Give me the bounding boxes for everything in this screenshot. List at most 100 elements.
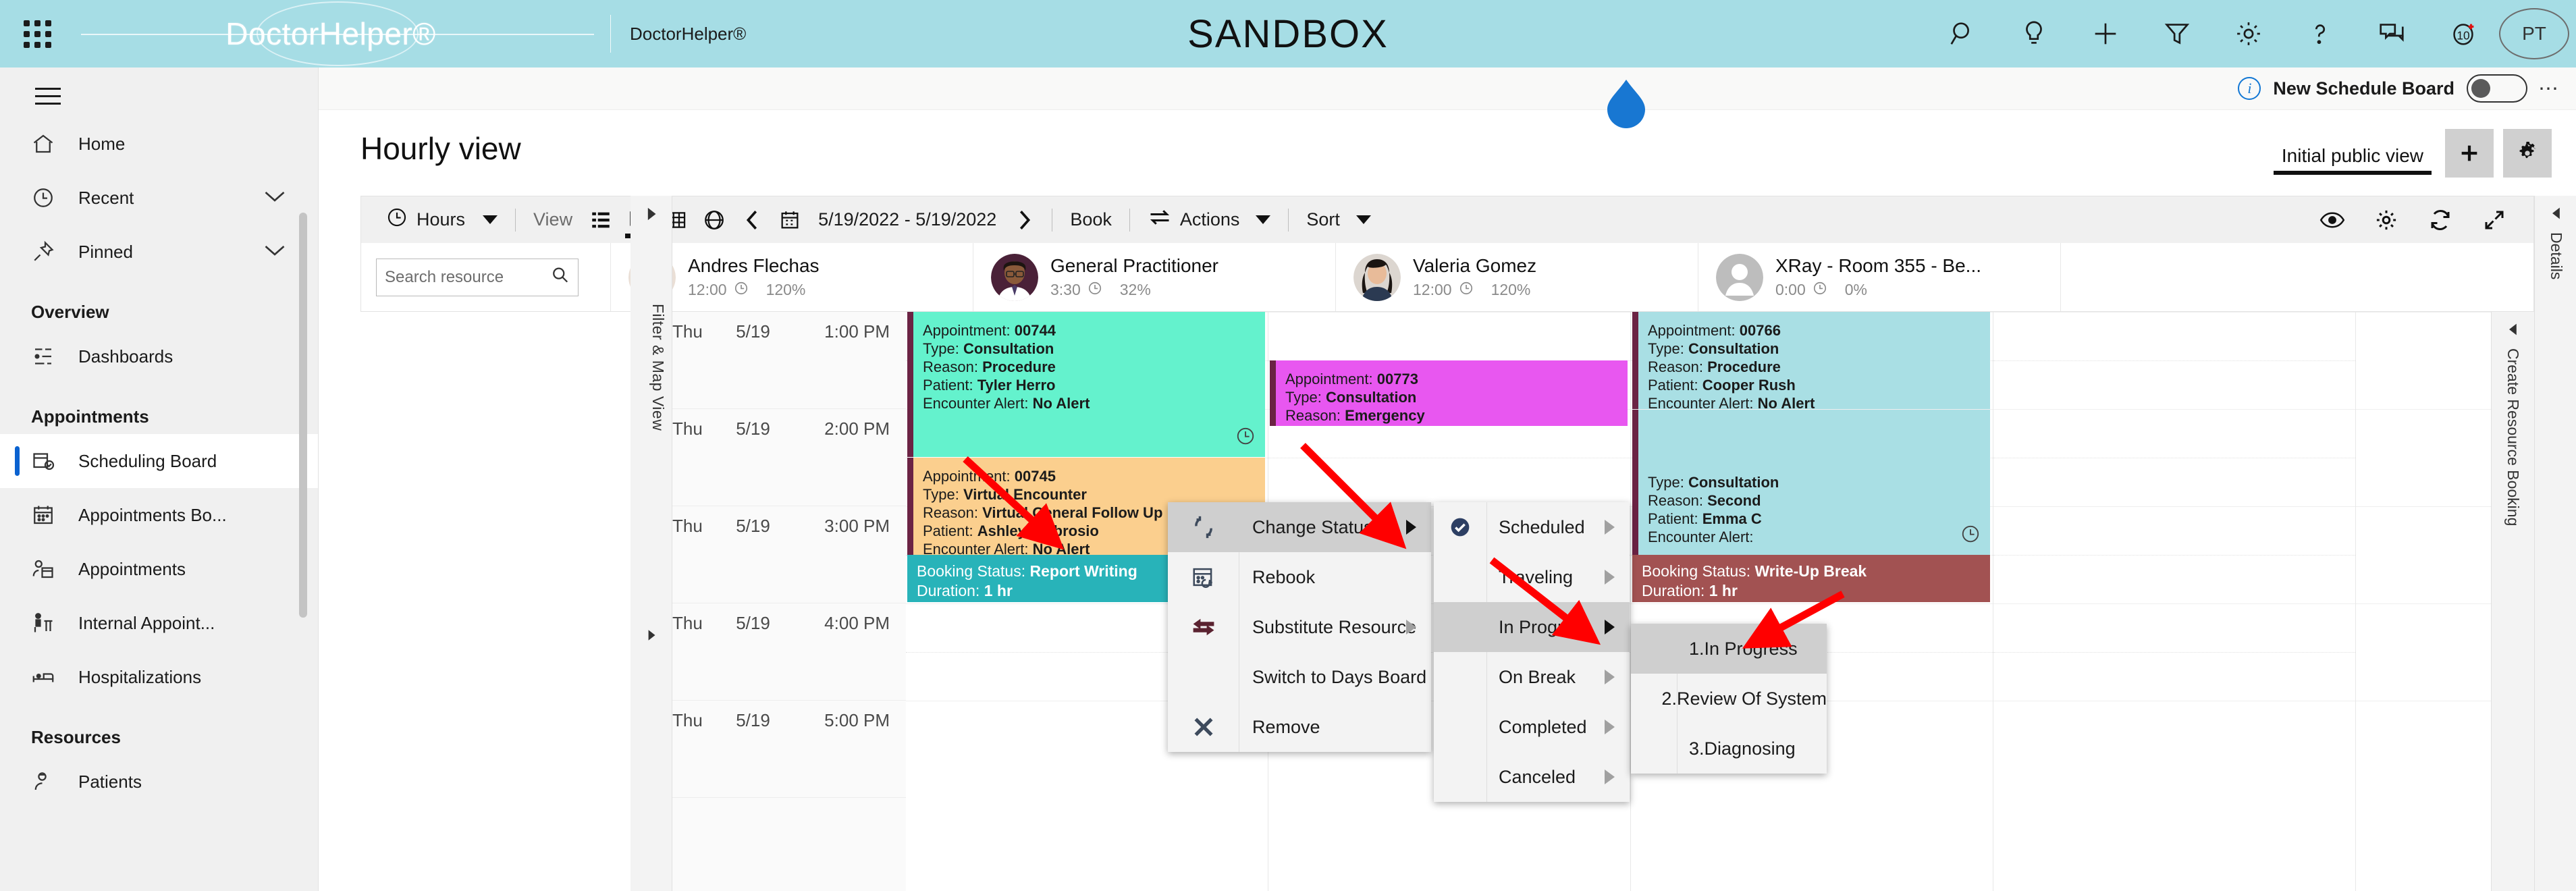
sidebar-item-pinned[interactable]: Pinned: [0, 225, 318, 279]
plus-icon[interactable]: [2070, 0, 2141, 68]
status-item-traveling[interactable]: Traveling: [1434, 552, 1630, 602]
resource-name: General Practitioner: [1050, 254, 1219, 276]
status-item-completed[interactable]: Completed: [1434, 702, 1630, 752]
filter-map-view-label: Filter & Map View: [649, 304, 667, 431]
filter-icon[interactable]: [2141, 0, 2213, 68]
status-item-on-break[interactable]: On Break: [1434, 652, 1630, 702]
search-resource-input[interactable]: Search resource: [376, 258, 579, 296]
expand-icon[interactable]: [2467, 196, 2521, 244]
time-row: Thu 5/19 4:00 PM: [672, 603, 906, 701]
sidebar-item-recent[interactable]: Recent: [0, 171, 318, 225]
sidebar-group-resources: Resources: [31, 727, 121, 747]
menu-item-switch-to-days-board[interactable]: Switch to Days Board: [1168, 652, 1431, 702]
calendar-icon[interactable]: [771, 196, 809, 244]
sidebar-item-home[interactable]: Home: [0, 117, 318, 171]
list-view-icon[interactable]: [582, 196, 620, 244]
chevron-right-icon[interactable]: [1006, 196, 1044, 244]
status-item-canceled[interactable]: Canceled: [1434, 752, 1630, 802]
menu-item-rebook[interactable]: Rebook: [1168, 552, 1431, 602]
feedback-icon[interactable]: [2356, 0, 2427, 68]
resource-column-xray-room-355: [1993, 312, 2356, 891]
details-panel[interactable]: Details: [2534, 196, 2576, 891]
resource-column-header[interactable]: Valeria Gomez 12:00 120%: [1336, 243, 1698, 311]
sidebar-item-internal-appointments[interactable]: Internal Appoint...: [0, 596, 318, 650]
time-day: Thu: [672, 516, 703, 536]
progress-item-label: 1.In Progress: [1689, 638, 1798, 659]
sidebar-scrollbar[interactable]: [299, 213, 307, 618]
divider: [1129, 208, 1130, 232]
gear-icon[interactable]: [2359, 196, 2413, 244]
map-view-icon[interactable]: [695, 196, 733, 244]
booking-status-write-up-break[interactable]: Booking Status: Write-Up Break Duration:…: [1632, 555, 1990, 602]
search-icon[interactable]: [1927, 0, 1998, 68]
tab-initial-public-view[interactable]: Initial public view: [2270, 145, 2436, 178]
appointment-card-00773[interactable]: Appointment: 00773 Type: Consultation Re…: [1270, 360, 1628, 426]
hamburger-icon[interactable]: [0, 68, 318, 117]
hours-dropdown[interactable]: Hours: [376, 196, 507, 244]
sidebar-item-appointments-board[interactable]: Appointments Bo...: [0, 488, 318, 542]
add-view-button[interactable]: [2445, 129, 2494, 178]
alert-label: Encounter Alert:: [1648, 395, 1754, 409]
resource-column-header[interactable]: General Practitioner 3:30 32%: [973, 243, 1336, 311]
user-avatar[interactable]: PT: [2499, 8, 2569, 59]
chevron-left-icon[interactable]: [2505, 321, 2521, 341]
menu-item-change-status[interactable]: Change Status: [1168, 502, 1431, 552]
sidebar-item-scheduling-board[interactable]: Scheduling Board: [0, 434, 318, 488]
duration-label: Duration:: [917, 582, 980, 599]
appointment-context-menu[interactable]: Change Status Rebook Substitute Resource…: [1168, 502, 1431, 752]
chevron-down-icon[interactable]: [263, 188, 287, 209]
sidebar-item-appointments[interactable]: Appointments: [0, 542, 318, 596]
new-schedule-board-toggle-group[interactable]: i New Schedule Board: [2238, 74, 2527, 103]
appointment-card-00744[interactable]: Appointment: 00744 Type: Consultation Re…: [907, 312, 1265, 457]
chevron-left-icon[interactable]: [733, 196, 771, 244]
progress-item-3[interactable]: 3.Diagnosing: [1631, 724, 1827, 774]
view-title-row: Hourly view Initial public view: [319, 110, 2576, 196]
help-icon[interactable]: [2284, 0, 2356, 68]
info-icon[interactable]: i: [2238, 77, 2261, 100]
patient-label: Patient:: [1648, 377, 1698, 394]
in-progress-submenu[interactable]: 1.In Progress 2.Review Of System 3.Diagn…: [1631, 624, 1827, 774]
app-launcher-button[interactable]: [14, 20, 61, 48]
status-item-scheduled[interactable]: Scheduled: [1434, 502, 1630, 552]
book-button[interactable]: Book: [1061, 196, 1121, 244]
menu-item-substitute-resource[interactable]: Substitute Resource: [1168, 602, 1431, 652]
filter-map-view-panel[interactable]: Filter & Map View: [630, 196, 672, 891]
status-item-in-progress[interactable]: In Progress: [1434, 602, 1630, 652]
lightbulb-icon[interactable]: [1998, 0, 2070, 68]
chevron-left-icon[interactable]: [2548, 205, 2565, 225]
search-icon[interactable]: [549, 265, 570, 290]
resource-meta: Valeria Gomez 12:00 120%: [1413, 255, 1536, 300]
refresh-icon[interactable]: [2413, 196, 2467, 244]
change-status-submenu[interactable]: Scheduled Traveling In Progress On Break…: [1434, 502, 1630, 802]
create-resource-booking-panel[interactable]: Create Resource Booking: [2491, 312, 2534, 891]
chevron-down-icon[interactable]: [263, 242, 287, 263]
resource-column-header[interactable]: XRay - Room 355 - Be... 0:00 0%: [1698, 243, 2061, 311]
sidebar-item-hospitalizations[interactable]: Hospitalizations: [0, 650, 318, 704]
patient-value: Emma C: [1702, 510, 1762, 527]
time-hour: 2:00 PM: [824, 418, 890, 439]
actions-dropdown[interactable]: Actions: [1138, 196, 1281, 244]
date-range-label[interactable]: 5/19/2022 - 5/19/2022: [809, 196, 1006, 244]
eye-icon[interactable]: [2305, 196, 2359, 244]
progress-item-2[interactable]: 2.Review Of System: [1631, 674, 1827, 724]
progress-item-1[interactable]: 1.In Progress: [1631, 624, 1827, 674]
appointment-card-emma-c[interactable]: Type: Consultation Reason: Second Patien…: [1632, 410, 1990, 555]
new-schedule-board-toggle[interactable]: [2467, 74, 2527, 103]
sort-dropdown[interactable]: Sort: [1297, 196, 1380, 244]
appointment-card-00766[interactable]: Appointment: 00766 Type: Consultation Re…: [1632, 312, 1990, 409]
sidebar-item-patients[interactable]: Patients: [0, 755, 318, 809]
view-settings-button[interactable]: [2503, 129, 2552, 178]
gear-icon[interactable]: [2213, 0, 2284, 68]
sidebar-item-dashboards[interactable]: Dashboards: [0, 329, 318, 383]
chevron-right-icon[interactable]: [644, 628, 659, 646]
time-row: Thu 5/19 2:00 PM: [672, 409, 906, 506]
tab-label: Initial public view: [2281, 145, 2423, 166]
chevron-right-icon[interactable]: [643, 205, 660, 226]
duration-label: Duration:: [1642, 582, 1705, 599]
chevron-right-icon: [1605, 670, 1615, 684]
overflow-menu-icon[interactable]: ⋯: [2527, 77, 2569, 101]
notifications-icon[interactable]: 10: [2427, 0, 2499, 68]
menu-item-remove[interactable]: Remove: [1168, 702, 1431, 752]
avatar: [1716, 253, 1763, 301]
clock-icon: [734, 281, 749, 300]
